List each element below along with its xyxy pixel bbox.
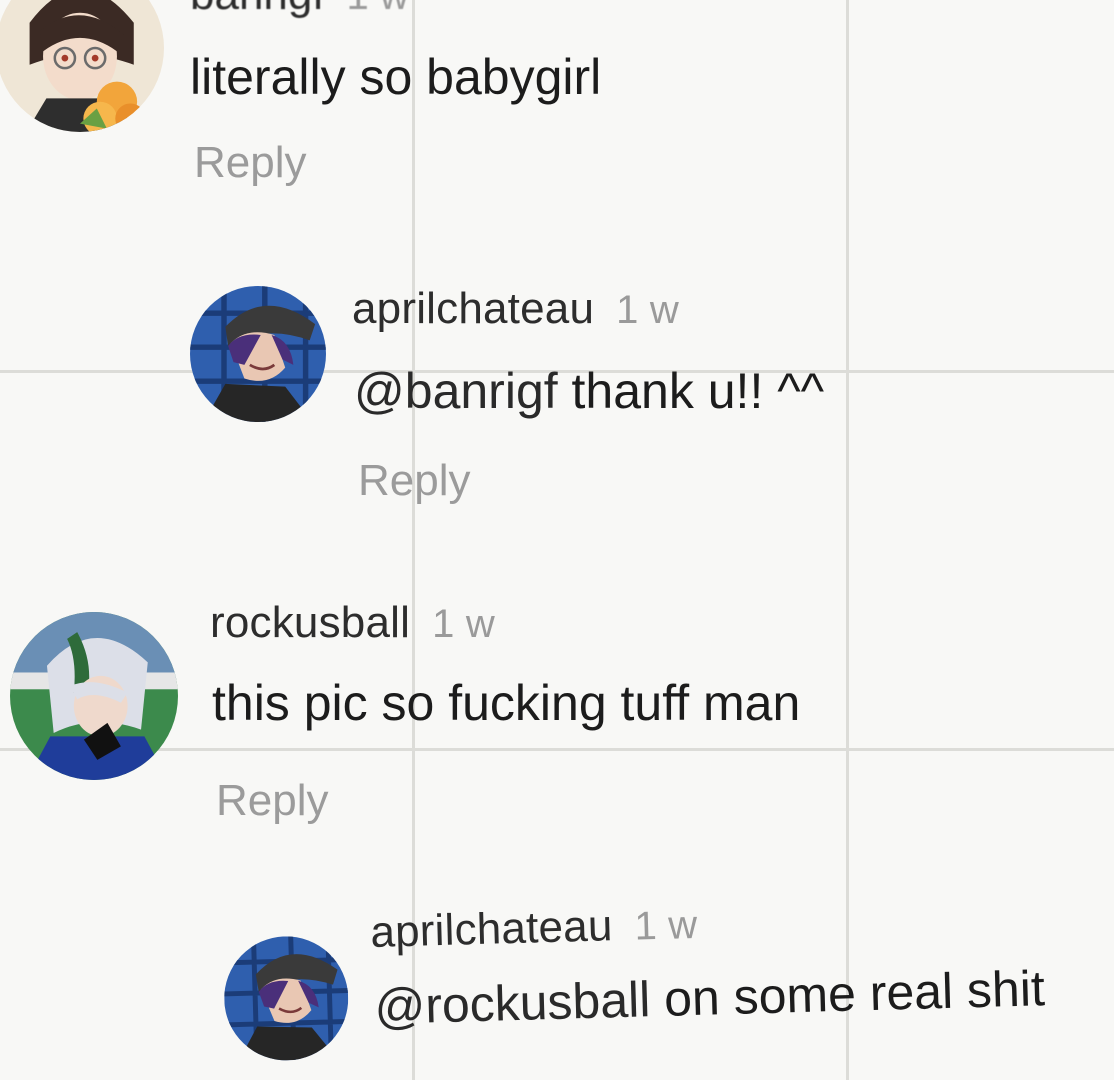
timestamp: 1 w xyxy=(347,0,409,18)
timestamp: 1 w xyxy=(616,288,679,332)
comment-meta: aprilchateau 1 w xyxy=(370,899,698,958)
username-label[interactable]: banrigf xyxy=(190,0,325,19)
timestamp: 1 w xyxy=(633,902,698,949)
comment-item: aprilchateau 1 w @banrigf thank u!! ^^ Re… xyxy=(0,270,1114,530)
username-label[interactable]: rockusball xyxy=(210,598,410,647)
comment-text: this pic so fucking tuff man xyxy=(212,675,801,731)
comment-item: banrigf 1 w literally so babygirl Reply xyxy=(0,0,1114,220)
reply-button[interactable]: Reply xyxy=(216,776,329,826)
username-label[interactable]: aprilchateau xyxy=(370,901,613,957)
comment-text: @rockusball on some real shit xyxy=(374,959,1046,1036)
reply-button[interactable]: Reply xyxy=(194,138,307,188)
timestamp: 1 w xyxy=(432,602,495,646)
mention-link[interactable]: @rockusball xyxy=(374,971,651,1035)
comment-text: @banrigf thank u!! ^^ xyxy=(354,362,824,420)
comments-screen: banrigf 1 w literally so babygirl Reply a… xyxy=(0,0,1114,1080)
comment-body: thank u!! ^^ xyxy=(557,363,825,419)
avatar-purple-hair-cap-icon[interactable] xyxy=(190,286,326,422)
username-label[interactable]: aprilchateau xyxy=(352,284,594,333)
comment-meta: aprilchateau 1 w xyxy=(352,284,679,334)
comment-meta: rockusball 1 w xyxy=(210,598,495,648)
mention-link[interactable]: @banrigf xyxy=(354,363,558,419)
reply-button[interactable]: Reply xyxy=(358,456,471,506)
avatar-purple-hair-cap-icon[interactable] xyxy=(222,934,350,1063)
avatar-glasses-boy-flowers-icon[interactable] xyxy=(0,0,164,132)
comment-item: aprilchateau 1 w @rockusball on some real… xyxy=(0,867,1114,1080)
comment-username[interactable]: banrigf 1 w xyxy=(190,0,409,20)
comment-body: on some real shit xyxy=(649,960,1046,1028)
comment-item: rockusball 1 w this pic so fucking tuff m… xyxy=(0,590,1114,850)
comment-text: literally so babygirl xyxy=(190,49,602,105)
avatar-silver-green-hair-icon[interactable] xyxy=(10,612,178,780)
